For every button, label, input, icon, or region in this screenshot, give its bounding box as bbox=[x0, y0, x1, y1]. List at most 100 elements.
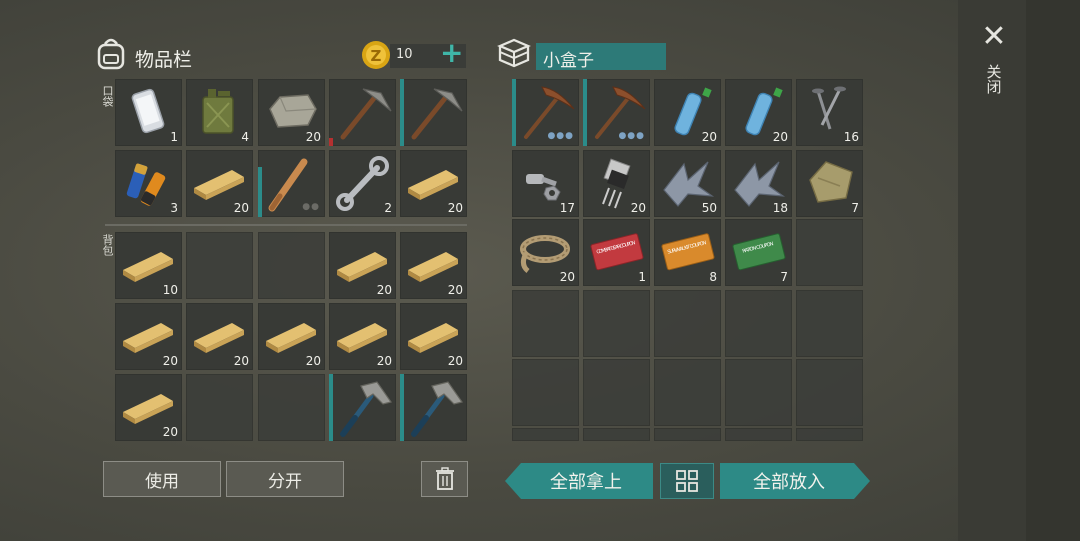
add-coins-button[interactable]: + bbox=[440, 36, 463, 69]
pocket-slot[interactable] bbox=[400, 79, 467, 146]
backpack-slot[interactable] bbox=[329, 374, 396, 441]
backpack-slot[interactable]: 20 bbox=[186, 303, 253, 370]
box-slot[interactable] bbox=[583, 359, 650, 426]
close-button[interactable]: ✕ 关闭 bbox=[978, 22, 1010, 122]
backpack-slot[interactable]: 10 bbox=[115, 232, 182, 299]
pocket-slot[interactable]: ●● bbox=[258, 150, 325, 217]
backpack-slot[interactable]: 20 bbox=[329, 232, 396, 299]
box-slot[interactable] bbox=[796, 428, 863, 441]
pocket-slot[interactable]: 20 bbox=[400, 150, 467, 217]
item-count: 8 bbox=[709, 270, 717, 284]
take-all-button[interactable]: 全部拿上 bbox=[505, 463, 653, 499]
item-count: 18 bbox=[772, 201, 788, 215]
box-slot[interactable] bbox=[654, 290, 721, 357]
box-slot[interactable] bbox=[512, 428, 579, 441]
delete-button[interactable] bbox=[421, 461, 468, 497]
item-count: 50 bbox=[701, 201, 717, 215]
item-count: 1 bbox=[170, 130, 178, 144]
trash-icon bbox=[435, 467, 454, 490]
box-slot[interactable]: 16 bbox=[796, 79, 863, 146]
pocket-slot[interactable]: 1 bbox=[115, 79, 182, 146]
box-slot[interactable] bbox=[583, 428, 650, 441]
item-count: 7 bbox=[780, 270, 788, 284]
put-all-label: 全部放入 bbox=[753, 472, 825, 493]
side-panel-edge bbox=[1026, 0, 1080, 541]
box-slot[interactable]: 17 bbox=[512, 150, 579, 217]
box-slot[interactable] bbox=[725, 428, 792, 441]
item-count: 20 bbox=[447, 283, 463, 297]
box-slot[interactable] bbox=[583, 290, 650, 357]
close-icon: ✕ bbox=[981, 19, 1007, 54]
item-count: 7 bbox=[851, 201, 859, 215]
hammer-icon bbox=[340, 381, 392, 437]
box-slot[interactable]: 20 bbox=[725, 79, 792, 146]
box-slot[interactable]: 20 bbox=[654, 79, 721, 146]
item-count: 20 bbox=[233, 201, 249, 215]
box-slot[interactable]: ●●● bbox=[512, 79, 579, 146]
backpack-icon bbox=[96, 36, 126, 70]
box-slot[interactable]: ●●● bbox=[583, 79, 650, 146]
box-slot[interactable] bbox=[725, 359, 792, 426]
sort-button[interactable] bbox=[660, 463, 714, 499]
durability-bar bbox=[583, 79, 587, 146]
durability-bar bbox=[329, 138, 333, 146]
backpack-slot[interactable] bbox=[186, 374, 253, 441]
take-all-label: 全部拿上 bbox=[550, 472, 622, 493]
item-count: 20 bbox=[772, 130, 788, 144]
item-count: 4 bbox=[241, 130, 249, 144]
box-slot[interactable] bbox=[654, 428, 721, 441]
split-button[interactable]: 分开 bbox=[226, 461, 344, 497]
section-divider bbox=[105, 224, 467, 226]
item-count: 20 bbox=[376, 354, 392, 368]
backpack-slot[interactable] bbox=[258, 232, 325, 299]
backpack-slot[interactable]: 20 bbox=[400, 303, 467, 370]
box-slot[interactable]: 50 bbox=[654, 150, 721, 217]
box-slot[interactable] bbox=[512, 359, 579, 426]
durability-dots: ●● bbox=[302, 202, 320, 212]
item-count: 20 bbox=[559, 270, 575, 284]
durability-bar bbox=[258, 167, 262, 217]
pocket-slot[interactable]: 3 bbox=[115, 150, 182, 217]
box-slot[interactable]: 20 bbox=[512, 219, 579, 286]
box-slot[interactable] bbox=[796, 359, 863, 426]
box-slot[interactable]: 18 bbox=[725, 150, 792, 217]
backpack-slot[interactable]: 20 bbox=[258, 303, 325, 370]
item-count: 16 bbox=[843, 130, 859, 144]
durability-bar bbox=[329, 374, 333, 441]
durability-dots: ●●● bbox=[547, 131, 574, 141]
item-count: 20 bbox=[630, 201, 646, 215]
box-slot[interactable]: 7 bbox=[796, 150, 863, 217]
pocket-slot[interactable] bbox=[329, 79, 396, 146]
backpack-label: 背包 bbox=[101, 234, 114, 256]
box-slot[interactable] bbox=[725, 290, 792, 357]
close-label: 关闭 bbox=[984, 64, 1003, 94]
backpack-slot[interactable]: 20 bbox=[400, 232, 467, 299]
pocket-slot[interactable]: 20 bbox=[186, 150, 253, 217]
coin-icon: Z bbox=[361, 40, 391, 70]
backpack-slot[interactable] bbox=[400, 374, 467, 441]
box-slot[interactable] bbox=[654, 359, 721, 426]
backpack-slot[interactable]: 20 bbox=[115, 374, 182, 441]
box-slot[interactable]: COMBAT GEAR COUPON 1 bbox=[583, 219, 650, 286]
pocket-slot[interactable]: 4 bbox=[186, 79, 253, 146]
box-slot[interactable] bbox=[796, 290, 863, 357]
backpack-slot[interactable] bbox=[186, 232, 253, 299]
box-slot[interactable] bbox=[796, 219, 863, 286]
item-count: 20 bbox=[305, 354, 321, 368]
box-icon bbox=[496, 37, 532, 69]
item-count: 20 bbox=[701, 130, 717, 144]
box-slot[interactable]: SURVIVAL KIT COUPON 8 bbox=[654, 219, 721, 286]
pocket-slot[interactable]: 20 bbox=[258, 79, 325, 146]
container-title-field[interactable]: 小盒子 bbox=[536, 43, 666, 71]
box-slot[interactable] bbox=[512, 290, 579, 357]
pocket-slot[interactable]: 2 bbox=[329, 150, 396, 217]
put-all-button[interactable]: 全部放入 bbox=[720, 463, 870, 499]
backpack-slot[interactable]: 20 bbox=[115, 303, 182, 370]
use-button[interactable]: 使用 bbox=[103, 461, 221, 497]
backpack-slot[interactable] bbox=[258, 374, 325, 441]
durability-bar bbox=[400, 374, 404, 441]
item-count: 20 bbox=[162, 354, 178, 368]
box-slot[interactable]: RATION COUPON 7 bbox=[725, 219, 792, 286]
box-slot[interactable]: 20 bbox=[583, 150, 650, 217]
backpack-slot[interactable]: 20 bbox=[329, 303, 396, 370]
